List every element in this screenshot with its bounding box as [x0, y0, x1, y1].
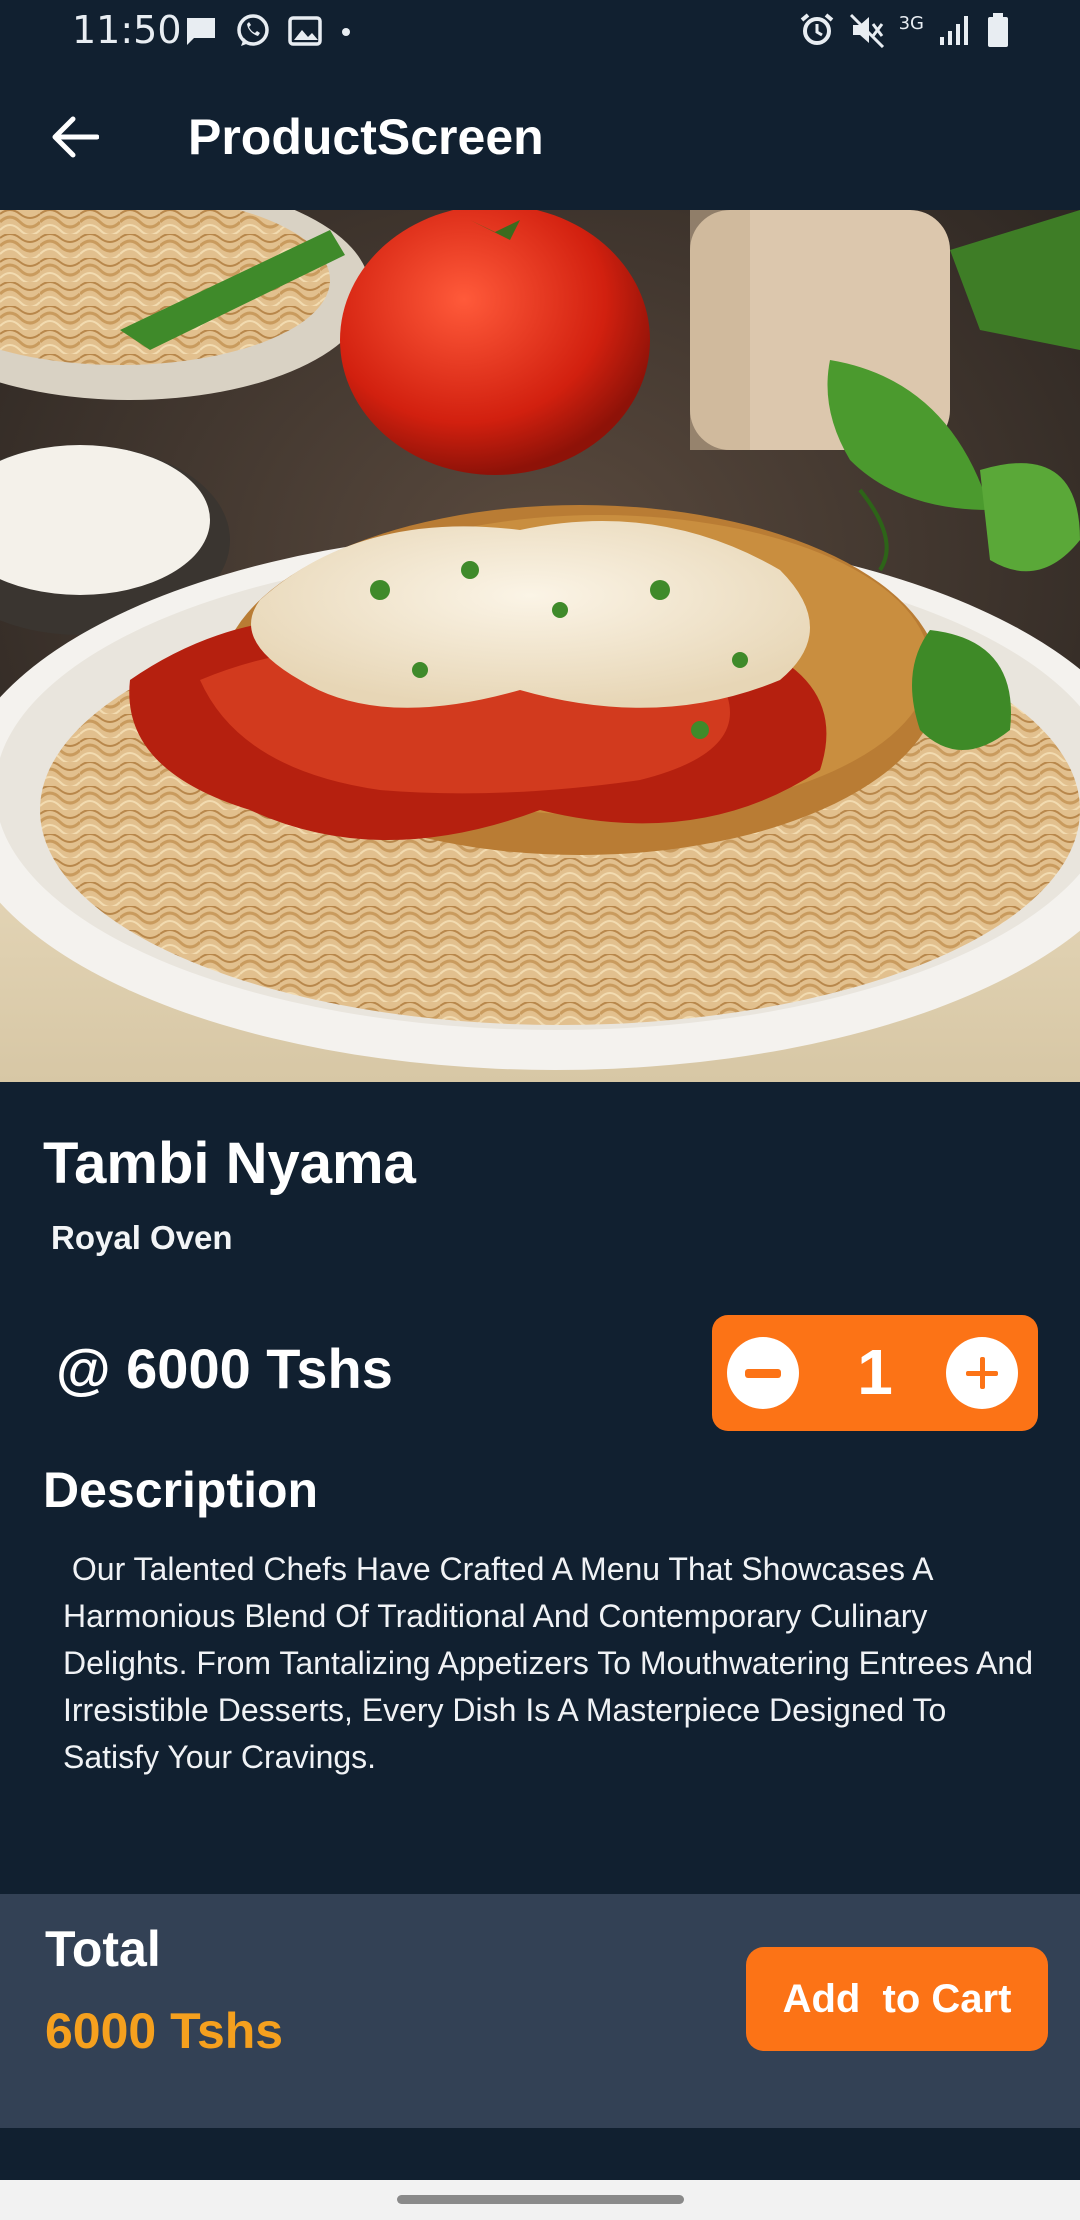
total-panel: Total 6000 Tshs Add to Cart — [0, 1894, 1080, 2128]
decrease-quantity-button[interactable] — [727, 1337, 799, 1409]
gallery-icon — [288, 16, 322, 46]
status-notification-icons — [184, 12, 354, 50]
increase-quantity-button[interactable] — [946, 1337, 1018, 1409]
total-label: Total — [45, 1921, 161, 1977]
message-icon — [187, 18, 215, 45]
status-system-icons: 3G — [799, 12, 1010, 48]
quantity-value: 1 — [857, 1336, 893, 1408]
product-image — [0, 210, 1080, 1082]
mute-icon — [849, 13, 884, 48]
battery-icon — [988, 13, 1008, 47]
back-arrow-icon[interactable] — [51, 115, 99, 159]
page-title: ProductScreen — [188, 109, 544, 165]
home-gesture-handle[interactable] — [397, 2195, 684, 2204]
back-button[interactable] — [40, 102, 110, 172]
app-bar: ProductScreen — [0, 64, 1080, 210]
add-to-cart-button[interactable]: Add to Cart — [746, 1947, 1048, 2051]
signal-icon — [940, 16, 968, 45]
whatsapp-icon — [237, 14, 269, 46]
product-name: Tambi Nyama — [43, 1131, 416, 1196]
product-photo — [0, 210, 1080, 1082]
quantity-stepper: 1 — [712, 1315, 1038, 1431]
alarm-icon — [800, 13, 833, 45]
description-text: Our Talented Chefs Have Crafted A Menu T… — [63, 1551, 1042, 1775]
description-heading: Description — [43, 1462, 319, 1518]
system-navigation-bar — [0, 2180, 1080, 2220]
dot-icon — [342, 28, 350, 36]
network-3g-icon: 3G — [898, 13, 924, 34]
total-value: 6000 Tshs — [45, 2003, 284, 2059]
status-bar: 11:50 3G — [0, 0, 1080, 64]
restaurant-name: Royal Oven — [51, 1219, 233, 1256]
product-price: @ 6000 Tshs — [56, 1337, 393, 1400]
status-time: 11:50 — [72, 8, 182, 52]
